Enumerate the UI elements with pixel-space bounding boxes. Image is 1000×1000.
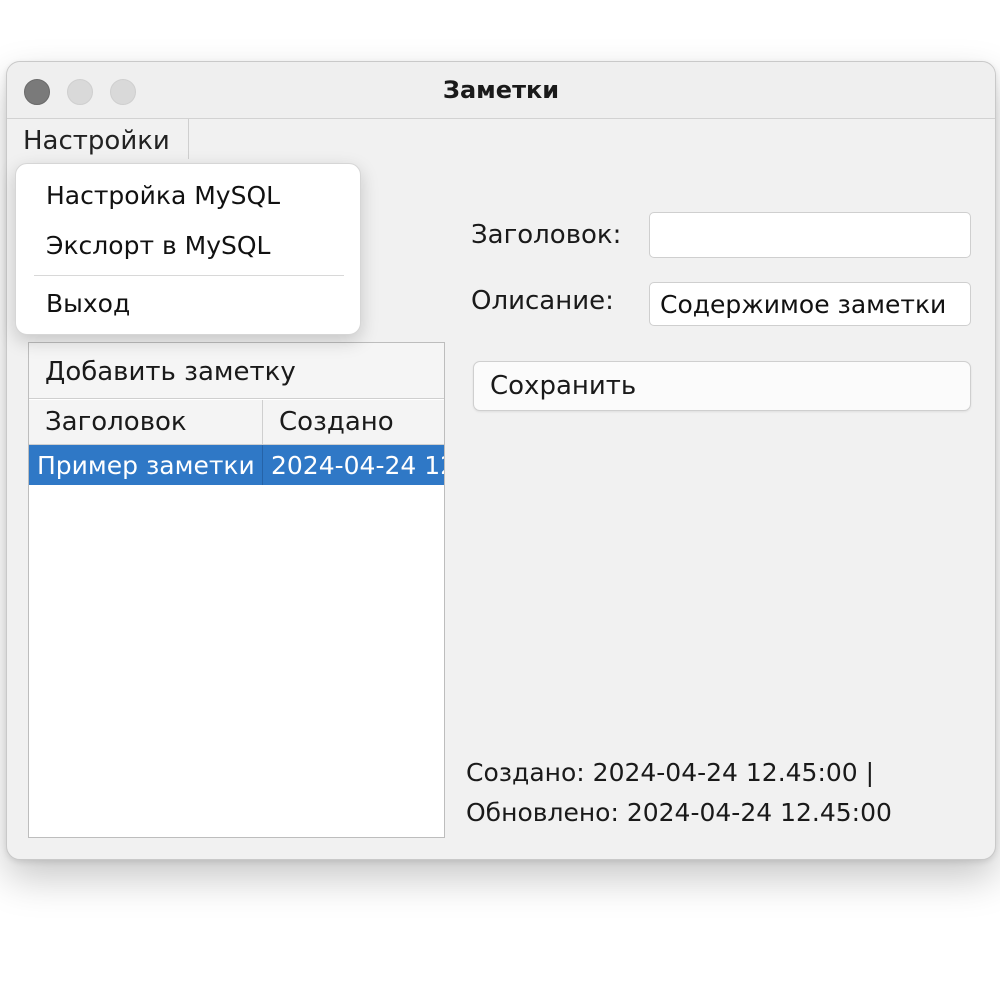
description-label: Олисание: [471,286,614,316]
window-title: Заметки [442,76,560,104]
menu-item-exit[interactable]: Выход [16,282,360,326]
title-bar: Заметки [7,62,995,119]
notes-table-header: Заголовок Создано [29,400,444,445]
menu-item-export-mysql[interactable]: Экслорт в MySQL [16,224,360,268]
column-header-title[interactable]: Заголовок [29,400,263,444]
save-button[interactable]: Сохранить [473,361,971,411]
column-header-created[interactable]: Создано [263,400,444,444]
menu-separator [34,275,344,276]
add-note-button[interactable]: Добавить заметку [29,343,444,399]
cell-title: Пример заметки [29,445,263,485]
table-row[interactable]: Пример заметки 2024-04-24 12.45:00 [29,445,444,485]
title-label: Заголовок: [471,220,622,250]
cell-created: 2024-04-24 12.45:00 [271,451,444,480]
notes-panel: Добавить заметку Заголовок Создано Приме… [28,342,445,838]
description-input[interactable] [649,282,971,326]
app-window: Заметки Настройки Добавить заметку Загол… [6,61,996,860]
menu-item-mysql-settings[interactable]: Настройка MySQL [16,174,360,218]
created-status: Создано: 2024-04-24 12.45:00 | [466,758,875,787]
updated-status: Обновлено: 2024-04-24 12.45:00 [466,798,892,827]
settings-dropdown-menu: Настройка MySQL Экслорт в MySQL Выход [15,163,361,335]
menu-settings[interactable]: Настройки [7,119,189,159]
menu-bar: Настройки [7,119,995,159]
title-input[interactable] [649,212,971,258]
